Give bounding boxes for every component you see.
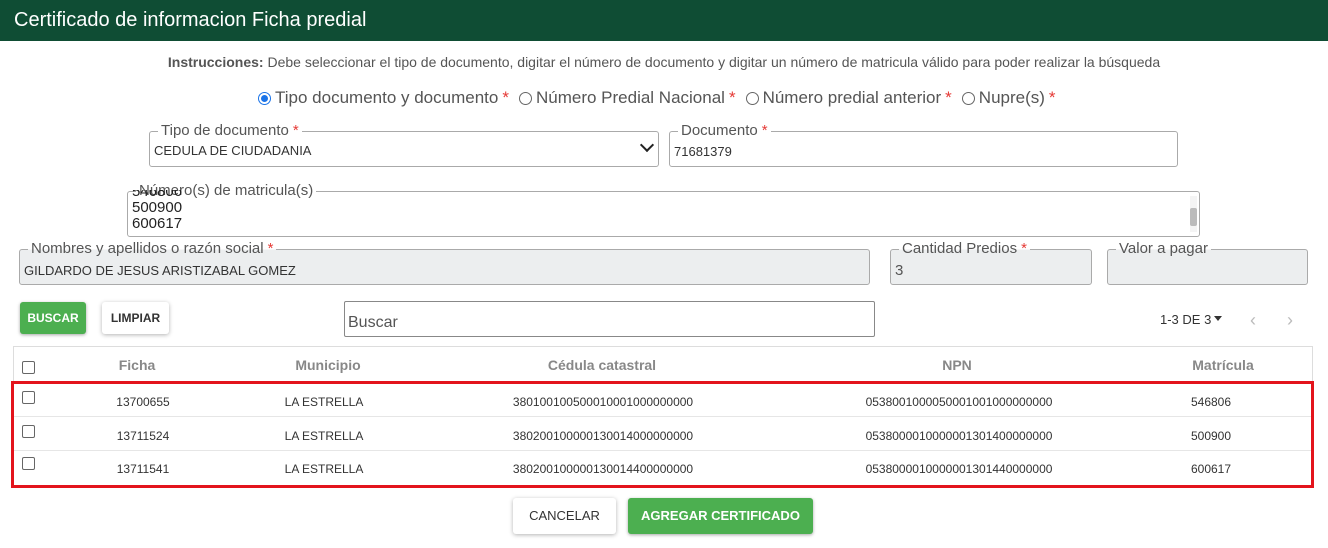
- scrollbar-thumb[interactable]: [1190, 208, 1197, 226]
- required-mark: *: [267, 240, 274, 257]
- table-header: Ficha Municipio Cédula catastral NPN Mat…: [14, 347, 1312, 383]
- documento-value: 71681379: [674, 144, 732, 159]
- required-mark: *: [1021, 240, 1027, 257]
- field-label: Tipo de documento: [161, 122, 289, 139]
- radio-icon[interactable]: [961, 91, 975, 105]
- chevron-down-icon[interactable]: [639, 137, 655, 153]
- radio-label: Número predial anterior: [762, 88, 942, 107]
- selection-highlight: [11, 381, 1314, 488]
- buscar-button[interactable]: BUSCAR: [20, 302, 86, 334]
- radio-icon[interactable]: [745, 91, 759, 105]
- nombres-label: Nombres y apellidos o razón social *: [28, 240, 277, 257]
- radio-label: Número Predial Nacional: [535, 88, 725, 107]
- valor-pagar-label: Valor a pagar: [1116, 240, 1211, 257]
- matricula-line: 500900: [132, 199, 183, 216]
- tipo-documento-label: Tipo de documento *: [158, 122, 302, 139]
- col-municipio[interactable]: Municipio: [295, 357, 360, 373]
- cantidad-predios-field: Cantidad Predios * 3: [890, 240, 1092, 285]
- radio-nupre[interactable]: Nupre(s) *: [961, 88, 1056, 108]
- textarea-scrollbar[interactable]: [1190, 196, 1197, 232]
- pagination-range[interactable]: 1-3 DE 3: [1160, 312, 1223, 327]
- col-ficha[interactable]: Ficha: [119, 357, 156, 373]
- instructions-text: Debe seleccionar el tipo de documento, d…: [263, 54, 1161, 70]
- cancelar-button[interactable]: CANCELAR: [513, 498, 616, 534]
- radio-tipo-documento[interactable]: Tipo documento y documento *: [258, 88, 509, 108]
- required-mark: *: [728, 88, 736, 107]
- nombres-field: Nombres y apellidos o razón social * GILD…: [19, 240, 870, 285]
- chevron-left-icon[interactable]: ‹: [1250, 310, 1256, 331]
- col-cedula[interactable]: Cédula catastral: [548, 357, 656, 373]
- documento-label: Documento *: [678, 122, 771, 139]
- nombres-value: GILDARDO DE JESUS ARISTIZABAL GOMEZ: [24, 263, 296, 278]
- required-mark: *: [945, 88, 952, 107]
- col-npn[interactable]: NPN: [942, 357, 972, 373]
- field-label: Nombres y apellidos o razón social: [31, 240, 264, 257]
- radio-label: Tipo documento y documento: [275, 88, 499, 107]
- tipo-documento-value: CEDULA DE CIUDADANIA: [154, 143, 312, 158]
- pagination-label: 1-3 DE 3: [1160, 312, 1212, 327]
- required-mark: *: [761, 122, 768, 139]
- select-all-checkbox[interactable]: [22, 361, 35, 374]
- cantidad-predios-value: 3: [895, 262, 904, 279]
- radio-selected-icon[interactable]: [258, 91, 271, 105]
- search-mode-group: Tipo documento y documento * Número Predi…: [258, 88, 1066, 108]
- field-label: Documento: [681, 122, 758, 139]
- field-label: Cantidad Predios: [902, 240, 1018, 257]
- instructions-label: Instrucciones:: [167, 54, 264, 70]
- matriculas-textarea[interactable]: Número(s) de matricula(s) 546806 500900 …: [127, 182, 1200, 237]
- valor-pagar-field: Valor a pagar: [1107, 240, 1308, 285]
- documento-field[interactable]: Documento * 71681379: [669, 122, 1178, 167]
- required-mark: *: [292, 122, 299, 139]
- radio-icon[interactable]: [518, 91, 532, 105]
- radio-npn[interactable]: Número Predial Nacional *: [518, 88, 736, 108]
- agregar-certificado-button[interactable]: AGREGAR CERTIFICADO: [628, 498, 813, 534]
- tipo-documento-select[interactable]: Tipo de documento * CEDULA DE CIUDADANIA: [149, 122, 659, 167]
- caret-down-icon: [1214, 315, 1223, 321]
- table-search-input[interactable]: Buscar: [344, 301, 875, 337]
- radio-label: Nupre(s): [978, 88, 1045, 107]
- matriculas-lines: 546806 500900 600617: [132, 190, 182, 230]
- cantidad-predios-label: Cantidad Predios *: [899, 240, 1030, 257]
- chevron-right-icon[interactable]: ›: [1287, 310, 1293, 331]
- dialog-title: Certificado de informacion Ficha predial: [0, 0, 1328, 41]
- limpiar-button[interactable]: LIMPIAR: [102, 302, 169, 334]
- radio-predial-anterior[interactable]: Número predial anterior *: [745, 88, 952, 108]
- required-mark: *: [1048, 88, 1056, 107]
- required-mark: *: [502, 88, 509, 107]
- col-matricula[interactable]: Matrícula: [1192, 357, 1253, 373]
- matricula-line: 600617: [132, 215, 183, 231]
- instructions: Instrucciones: Debe seleccionar el tipo …: [0, 54, 1328, 70]
